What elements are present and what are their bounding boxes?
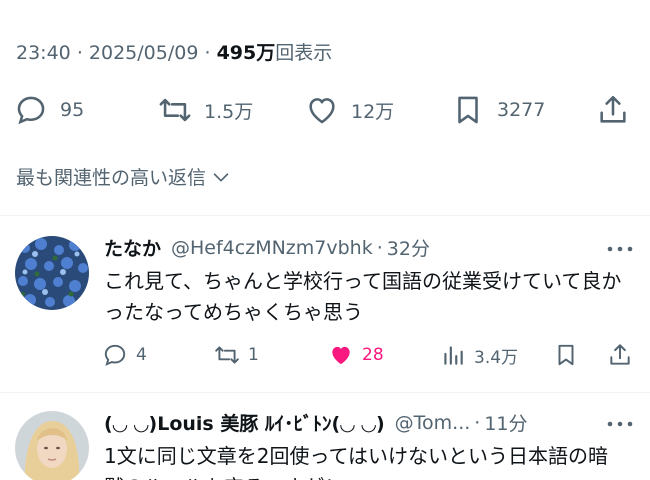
view-count: 495万 [216, 42, 276, 64]
bookmark-icon [458, 96, 478, 124]
repost-button[interactable]: 1.5万 [158, 90, 253, 130]
repost-count: 1.5万 [204, 100, 254, 123]
bookmark-count: 3277 [497, 99, 546, 121]
reply-text: これ見て、ちゃんと学校行って国語の従業受けていて良かったなってめちゃくちゃ思う [104, 269, 622, 324]
separator: · [76, 42, 83, 64]
share-button[interactable] [607, 340, 633, 370]
more-icon[interactable] [606, 419, 634, 429]
repost-icon [159, 98, 191, 122]
reply-button[interactable]: 4 [102, 340, 147, 370]
separator: · [204, 42, 211, 64]
reply-actions: 4 1 28 3.4万 [100, 340, 640, 370]
reply-item[interactable]: (◡ ◡)Louis 美豚 ﾙｲ･ﾋﾞﾄﾝ(◡ ◡) @Tom... · 11分… [0, 393, 650, 480]
chevron-down-icon [213, 172, 229, 181]
separator: · [376, 236, 383, 259]
reply-text: 1文に同じ文章を2回使ってはいけないという日本語の暗黙のルールを守る。さがレ [104, 444, 609, 480]
user-handle[interactable]: @Tom... [395, 412, 471, 434]
share-icon [600, 95, 626, 123]
views-button[interactable]: 3.4万 [440, 340, 518, 370]
repost-icon [215, 346, 239, 364]
reply-sort-selector[interactable]: 最も関連性の高い返信 [16, 163, 232, 190]
more-icon[interactable] [606, 244, 634, 254]
avatar[interactable] [15, 411, 89, 480]
post-time: 23:40 [16, 42, 71, 64]
reply-button[interactable]: 95 [14, 90, 84, 130]
post-date: 2025/05/09 [88, 42, 199, 64]
like-icon [309, 98, 335, 124]
display-name[interactable]: たなか [104, 234, 161, 261]
share-button[interactable] [596, 90, 630, 130]
bookmark-button[interactable]: 3277 [451, 90, 545, 130]
reply-header: たなか @Hef4czMNzm7vbhk · 32分 [104, 234, 430, 261]
repost-button[interactable]: 1 [214, 340, 259, 370]
separator: · [474, 411, 481, 434]
post-actions: 95 1.5万 12万 3277 [0, 90, 650, 130]
reply-icon [104, 344, 126, 366]
reply-count: 95 [60, 99, 85, 121]
post-meta: 23:40 · 2025/05/09 · 495万回表示 [16, 38, 332, 65]
like-count: 12万 [351, 100, 395, 123]
views-count: 3.4万 [474, 347, 519, 368]
user-handle[interactable]: @Hef4czMNzm7vbhk [171, 237, 373, 259]
reply-header: (◡ ◡)Louis 美豚 ﾙｲ･ﾋﾞﾄﾝ(◡ ◡) @Tom... · 11分 [104, 409, 528, 436]
reply-time[interactable]: 32分 [387, 234, 430, 261]
like-count: 28 [362, 345, 384, 365]
display-name[interactable]: (◡ ◡)Louis 美豚 ﾙｲ･ﾋﾞﾄﾝ(◡ ◡) [104, 409, 385, 436]
reply-count: 4 [136, 345, 147, 365]
reply-time[interactable]: 11分 [484, 409, 527, 436]
reply-item[interactable]: たなか @Hef4czMNzm7vbhk · 32分 これ見て、ちゃんと学校行っ… [0, 216, 650, 392]
like-button[interactable]: 28 [328, 340, 384, 370]
like-icon [332, 346, 350, 365]
view-label: 回表示 [275, 42, 333, 64]
avatar[interactable] [15, 236, 89, 310]
reply-icon [17, 96, 45, 125]
sort-label: 最も関連性の高い返信 [16, 167, 207, 189]
share-icon [610, 344, 630, 365]
like-button[interactable]: 12万 [305, 90, 394, 130]
repost-count: 1 [248, 345, 259, 365]
bookmark-button[interactable] [553, 340, 579, 370]
bookmark-icon [558, 344, 574, 366]
views-icon [444, 346, 463, 365]
